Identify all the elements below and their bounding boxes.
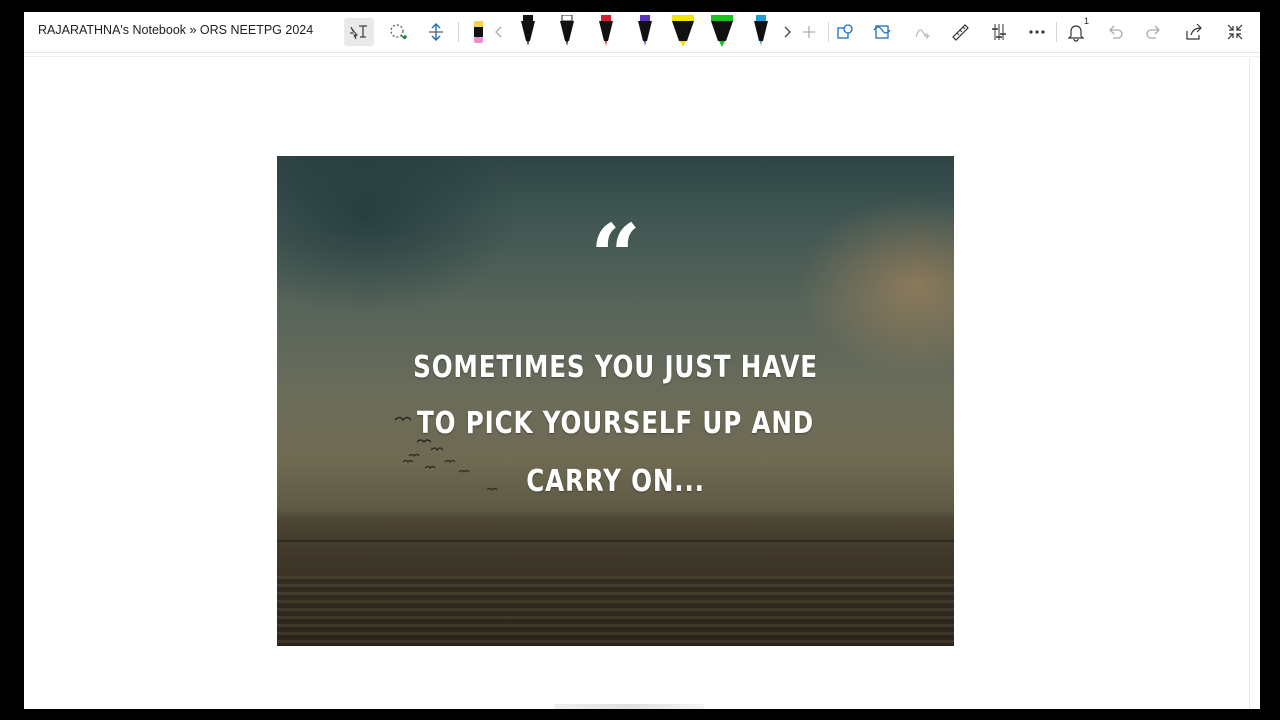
notebook-window: RAJARATHNA's Notebook » ORS NEETPG 2024 — [24, 12, 1260, 709]
pens-scroll-left-button[interactable] — [488, 18, 510, 46]
shapes-button[interactable] — [830, 18, 860, 46]
highlighter-green-button[interactable] — [707, 15, 737, 49]
pen-icon — [597, 15, 615, 49]
adjust-button[interactable] — [984, 18, 1014, 46]
chevron-left-icon — [494, 26, 504, 38]
quote-image[interactable]: “ SOMETIMES YOU JUST HAVE TO PICK YOURSE… — [277, 156, 954, 646]
lasso-select-button[interactable] — [383, 18, 413, 46]
quote-line-3: CARRY ON... — [526, 464, 705, 499]
text-select-button[interactable] — [344, 18, 374, 46]
breadcrumb: RAJARATHNA's Notebook » ORS NEETPG 2024 — [38, 23, 314, 37]
more-options-button[interactable] — [1022, 18, 1052, 46]
highlighter-icon — [709, 15, 735, 49]
undo-icon — [1106, 23, 1124, 41]
faint-page-text — [554, 704, 704, 709]
bell-icon: 1 — [1066, 16, 1089, 42]
pen-icon — [636, 15, 654, 49]
pen-icon — [558, 15, 576, 49]
eraser-icon — [469, 19, 487, 45]
text-select-icon — [348, 23, 370, 41]
more-icon — [1028, 29, 1046, 35]
ruler-icon — [950, 22, 970, 42]
ink-to-math-icon — [912, 22, 932, 42]
quote-line-1: SOMETIMES YOU JUST HAVE — [413, 350, 818, 385]
ink-to-shape-icon — [872, 22, 892, 42]
pen-black-button[interactable] — [513, 15, 543, 49]
share-icon — [1184, 23, 1204, 41]
ruler-button[interactable] — [945, 18, 975, 46]
quote-mark: “ — [590, 204, 641, 308]
insert-space-button[interactable] — [421, 18, 451, 46]
vertical-scrollbar[interactable] — [1249, 58, 1250, 709]
pen-blue-button[interactable] — [746, 15, 776, 49]
quote-line-2: TO PICK YOURSELF UP AND — [417, 406, 814, 441]
insert-space-icon — [426, 22, 446, 42]
pen-black-2-button[interactable] — [552, 15, 582, 49]
add-pen-button[interactable] — [794, 18, 824, 46]
notifications-button[interactable]: 1 — [1061, 16, 1091, 46]
toolbar-separator — [1056, 22, 1057, 42]
collapse-icon — [1226, 23, 1244, 41]
redo-icon — [1145, 23, 1163, 41]
plus-icon — [802, 25, 816, 39]
chevron-right-icon — [782, 26, 792, 38]
lasso-select-icon — [387, 22, 409, 42]
ink-to-math-button[interactable] — [907, 18, 937, 46]
sea-waves — [277, 576, 954, 646]
ink-to-shape-button[interactable] — [867, 18, 897, 46]
toolbar-separator — [458, 22, 459, 42]
highlighter-icon — [670, 15, 696, 49]
adjust-icon — [989, 22, 1009, 42]
toolbar-separator — [828, 22, 829, 42]
exit-full-screen-button[interactable] — [1220, 18, 1250, 46]
undo-button[interactable] — [1100, 18, 1130, 46]
pen-red-button[interactable] — [591, 15, 621, 49]
draw-toolbar: RAJARATHNA's Notebook » ORS NEETPG 2024 — [24, 12, 1260, 53]
highlighter-yellow-button[interactable] — [668, 15, 698, 49]
pen-purple-button[interactable] — [630, 15, 660, 49]
pen-icon — [519, 15, 537, 49]
share-button[interactable] — [1179, 18, 1209, 46]
horizon-line — [277, 540, 954, 542]
notification-count-badge: 1 — [1083, 16, 1089, 26]
redo-button[interactable] — [1139, 18, 1169, 46]
page-top-border — [24, 56, 1260, 57]
shapes-icon — [835, 22, 855, 42]
pen-icon — [752, 15, 770, 49]
